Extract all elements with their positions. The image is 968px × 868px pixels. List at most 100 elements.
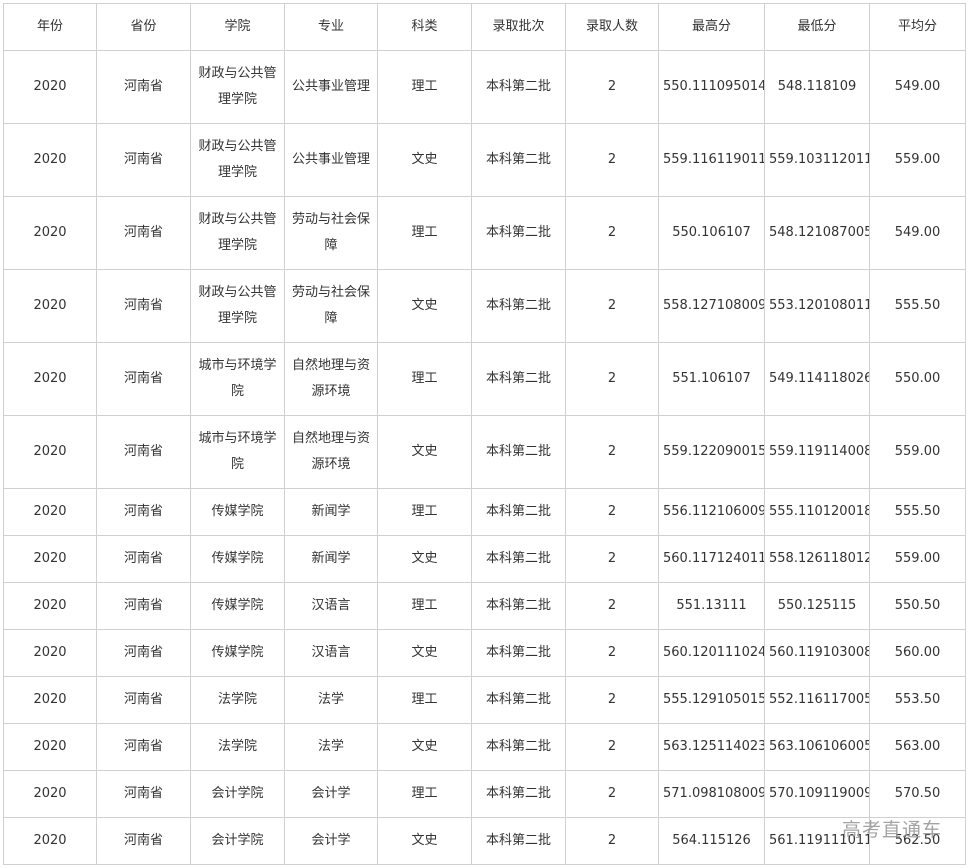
table-cell: 2020: [3, 723, 97, 771]
table-cell: 560.117124011: [658, 535, 765, 583]
table-cell: 549.114118026: [764, 342, 870, 416]
table-cell: 2: [565, 50, 659, 124]
table-row: 2020 河南省 财政与公共管理学院 劳动与社会保障 理工 本科第二批 2 550.10610…: [3, 196, 966, 270]
table-cell: 公共事业管理: [284, 50, 378, 124]
table-cell: 560.00: [869, 629, 966, 677]
table-cell: 563.125114023: [658, 723, 765, 771]
table-cell: 财政与公共管理学院: [190, 50, 285, 124]
table-cell: 河南省: [96, 629, 191, 677]
table-cell: 555.110120018: [764, 488, 870, 536]
table-cell: 2: [565, 415, 659, 489]
table-cell: 文史: [377, 629, 472, 677]
table-cell: 570.50: [869, 770, 966, 818]
table-row: 2020 河南省 城市与环境学院 自然地理与资源环境 文史 本科第二批 2 559.12209…: [3, 415, 966, 489]
table-cell: 559.119114008: [764, 415, 870, 489]
table-cell: 549.00: [869, 50, 966, 124]
table-cell: 553.50: [869, 676, 966, 724]
table-cell: 法学院: [190, 676, 285, 724]
table-cell: 559.00: [869, 535, 966, 583]
table-cell: 财政与公共管理学院: [190, 123, 285, 197]
table-cell: 2: [565, 535, 659, 583]
table-cell: 2020: [3, 50, 97, 124]
column-header: 科类: [377, 3, 472, 51]
table-cell: 劳动与社会保障: [284, 196, 378, 270]
table-cell: 2020: [3, 415, 97, 489]
table-cell: 2: [565, 723, 659, 771]
table-cell: 2020: [3, 342, 97, 416]
table-cell: 550.00: [869, 342, 966, 416]
table-cell: 河南省: [96, 535, 191, 583]
table-cell: 河南省: [96, 50, 191, 124]
table-cell: 新闻学: [284, 535, 378, 583]
table-cell: 2020: [3, 770, 97, 818]
table-cell: 2: [565, 342, 659, 416]
table-cell: 2: [565, 676, 659, 724]
table-cell: 2020: [3, 196, 97, 270]
table-cell: 本科第二批: [471, 269, 566, 343]
table-cell: 2: [565, 123, 659, 197]
table-row: 2020 河南省 会计学院 会计学 理工 本科第二批 2 571.098108009 570.1…: [3, 770, 966, 818]
watermark-text: 高考直通车: [841, 819, 942, 841]
table-cell: 法学院: [190, 723, 285, 771]
table-cell: 文史: [377, 535, 472, 583]
table-cell: 559.116119011: [658, 123, 765, 197]
table-cell: 河南省: [96, 342, 191, 416]
table-cell: 会计学院: [190, 770, 285, 818]
table-cell: 文史: [377, 817, 472, 865]
table-cell: 550.111095014: [658, 50, 765, 124]
table-row: 2020 河南省 传媒学院 汉语言 文史 本科第二批 2 560.120111024 560.1…: [3, 629, 966, 677]
table-cell: 570.109119009: [764, 770, 870, 818]
table-cell: 560.119103008: [764, 629, 870, 677]
table-cell: 556.112106009: [658, 488, 765, 536]
column-header: 录取人数: [565, 3, 659, 51]
table-cell: 理工: [377, 50, 472, 124]
table-cell: 本科第二批: [471, 196, 566, 270]
table-cell: 法学: [284, 676, 378, 724]
table-cell: 550.106107: [658, 196, 765, 270]
table-cell: 财政与公共管理学院: [190, 269, 285, 343]
table-cell: 560.120111024: [658, 629, 765, 677]
table-row: 2020 河南省 传媒学院 新闻学 理工 本科第二批 2 556.112106009 555.1…: [3, 488, 966, 536]
table-row: 2020 河南省 财政与公共管理学院 公共事业管理 理工 本科第二批 2 550.111095…: [3, 50, 966, 124]
header-row: 年份 省份 学院 专业 科类 录取批次 录取人数 最高分 最低分 平均分: [3, 3, 966, 51]
table-cell: 文史: [377, 123, 472, 197]
table-cell: 城市与环境学院: [190, 342, 285, 416]
table-cell: 汉语言: [284, 582, 378, 630]
table-cell: 558.126118012: [764, 535, 870, 583]
table-cell: 555.50: [869, 269, 966, 343]
table-cell: 劳动与社会保障: [284, 269, 378, 343]
table-cell: 2020: [3, 582, 97, 630]
table-cell: 2020: [3, 488, 97, 536]
table-cell: 河南省: [96, 723, 191, 771]
table-header: 年份 省份 学院 专业 科类 录取批次 录取人数 最高分 最低分 平均分: [3, 3, 966, 51]
table-cell: 自然地理与资源环境: [284, 415, 378, 489]
table-cell: 2: [565, 582, 659, 630]
table-cell: 551.106107: [658, 342, 765, 416]
table-cell: 河南省: [96, 269, 191, 343]
table-cell: 本科第二批: [471, 342, 566, 416]
column-header: 最高分: [658, 3, 765, 51]
table-cell: 2: [565, 770, 659, 818]
table-cell: 2020: [3, 676, 97, 724]
table-cell: 文史: [377, 269, 472, 343]
table-cell: 会计学院: [190, 817, 285, 865]
table-cell: 汉语言: [284, 629, 378, 677]
table-cell: 理工: [377, 342, 472, 416]
table-cell: 564.115126: [658, 817, 765, 865]
table-cell: 财政与公共管理学院: [190, 196, 285, 270]
table-row: 2020 河南省 传媒学院 汉语言 理工 本科第二批 2 551.13111 550.12511…: [3, 582, 966, 630]
admission-scores-table: 年份 省份 学院 专业 科类 录取批次 录取人数 最高分 最低分 平均分 2020 河南省 财政与公共…: [3, 3, 966, 865]
table-cell: 2020: [3, 269, 97, 343]
table-cell: 理工: [377, 196, 472, 270]
table-cell: 河南省: [96, 488, 191, 536]
table-row: 2020 河南省 会计学院 会计学 文史 本科第二批 2 564.115126 561.1191…: [3, 817, 966, 865]
table-cell: 563.00: [869, 723, 966, 771]
table-cell: 会计学: [284, 770, 378, 818]
table-cell: 理工: [377, 488, 472, 536]
table-cell: 城市与环境学院: [190, 415, 285, 489]
table-row: 2020 河南省 财政与公共管理学院 公共事业管理 文史 本科第二批 2 559.116119…: [3, 123, 966, 197]
table-cell: 2: [565, 817, 659, 865]
table-cell: 559.00: [869, 415, 966, 489]
table-cell: 公共事业管理: [284, 123, 378, 197]
column-header: 平均分: [869, 3, 966, 51]
